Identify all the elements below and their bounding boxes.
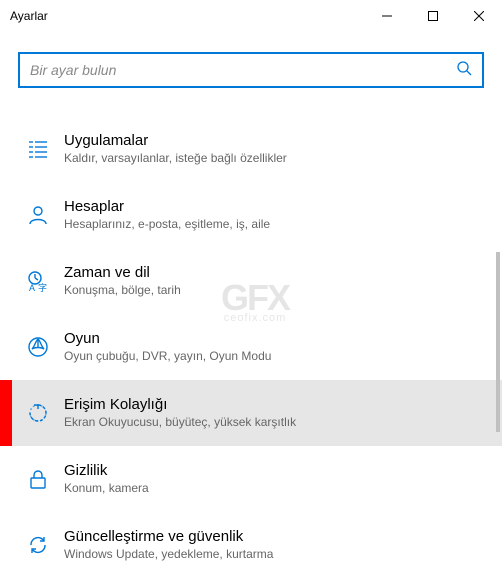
close-button[interactable] [456, 0, 502, 32]
category-desc: Hesaplarınız, e-posta, eşitleme, iş, ail… [64, 217, 270, 233]
svg-text:A: A [29, 283, 35, 293]
category-text: Gizlilik Konum, kamera [64, 461, 149, 497]
privacy-icon [20, 468, 56, 490]
category-desc: Windows Update, yedekleme, kurtarma [64, 547, 273, 563]
category-apps[interactable]: Uygulamalar Kaldır, varsayılanlar, isteğ… [18, 116, 484, 182]
category-title: Zaman ve dil [64, 263, 181, 283]
search-icon [456, 60, 472, 81]
category-desc: Oyun çubuğu, DVR, yayın, Oyun Modu [64, 349, 271, 365]
category-gaming[interactable]: Oyun Oyun çubuğu, DVR, yayın, Oyun Modu [18, 314, 484, 380]
category-desc: Kaldır, varsayılanlar, isteğe bağlı özel… [64, 151, 287, 167]
category-text: Uygulamalar Kaldır, varsayılanlar, isteğ… [64, 131, 287, 167]
category-list: Uygulamalar Kaldır, varsayılanlar, isteğ… [18, 116, 484, 578]
category-title: Gizlilik [64, 461, 149, 481]
category-title: Uygulamalar [64, 131, 287, 151]
category-text: Hesaplar Hesaplarınız, e-posta, eşitleme… [64, 197, 270, 233]
apps-icon [20, 138, 56, 160]
titlebar: Ayarlar [0, 0, 502, 32]
category-privacy[interactable]: Gizlilik Konum, kamera [18, 446, 484, 512]
ease-of-access-icon [20, 402, 56, 424]
search-box[interactable] [18, 52, 484, 88]
category-text: Oyun Oyun çubuğu, DVR, yayın, Oyun Modu [64, 329, 271, 365]
category-time-language[interactable]: A 字 Zaman ve dil Konuşma, bölge, tarih [18, 248, 484, 314]
category-text: Zaman ve dil Konuşma, bölge, tarih [64, 263, 181, 299]
category-ease-of-access[interactable]: Erişim Kolaylığı Ekran Okuyucusu, büyüte… [0, 380, 502, 446]
category-title: Güncelleştirme ve güvenlik [64, 527, 273, 547]
time-language-icon: A 字 [20, 269, 56, 293]
minimize-button[interactable] [364, 0, 410, 32]
update-security-icon [20, 534, 56, 556]
category-desc: Ekran Okuyucusu, büyüteç, yüksek karşıtl… [64, 415, 296, 431]
window-title: Ayarlar [0, 9, 364, 23]
accounts-icon [20, 204, 56, 226]
maximize-button[interactable] [410, 0, 456, 32]
category-desc: Konum, kamera [64, 481, 149, 497]
gaming-icon [20, 336, 56, 358]
close-icon [474, 11, 484, 21]
search-input[interactable] [30, 62, 456, 78]
scrollbar[interactable] [496, 252, 500, 432]
category-accounts[interactable]: Hesaplar Hesaplarınız, e-posta, eşitleme… [18, 182, 484, 248]
window-controls [364, 0, 502, 32]
category-title: Oyun [64, 329, 271, 349]
content-area: Uygulamalar Kaldır, varsayılanlar, isteğ… [0, 32, 502, 573]
minimize-icon [382, 11, 392, 21]
category-text: Güncelleştirme ve güvenlik Windows Updat… [64, 527, 273, 563]
category-text: Erişim Kolaylığı Ekran Okuyucusu, büyüte… [64, 395, 296, 431]
category-update-security[interactable]: Güncelleştirme ve güvenlik Windows Updat… [18, 512, 484, 578]
svg-text:字: 字 [38, 282, 47, 293]
category-desc: Konuşma, bölge, tarih [64, 283, 181, 299]
maximize-icon [428, 11, 438, 21]
category-title: Erişim Kolaylığı [64, 395, 296, 415]
category-title: Hesaplar [64, 197, 270, 217]
